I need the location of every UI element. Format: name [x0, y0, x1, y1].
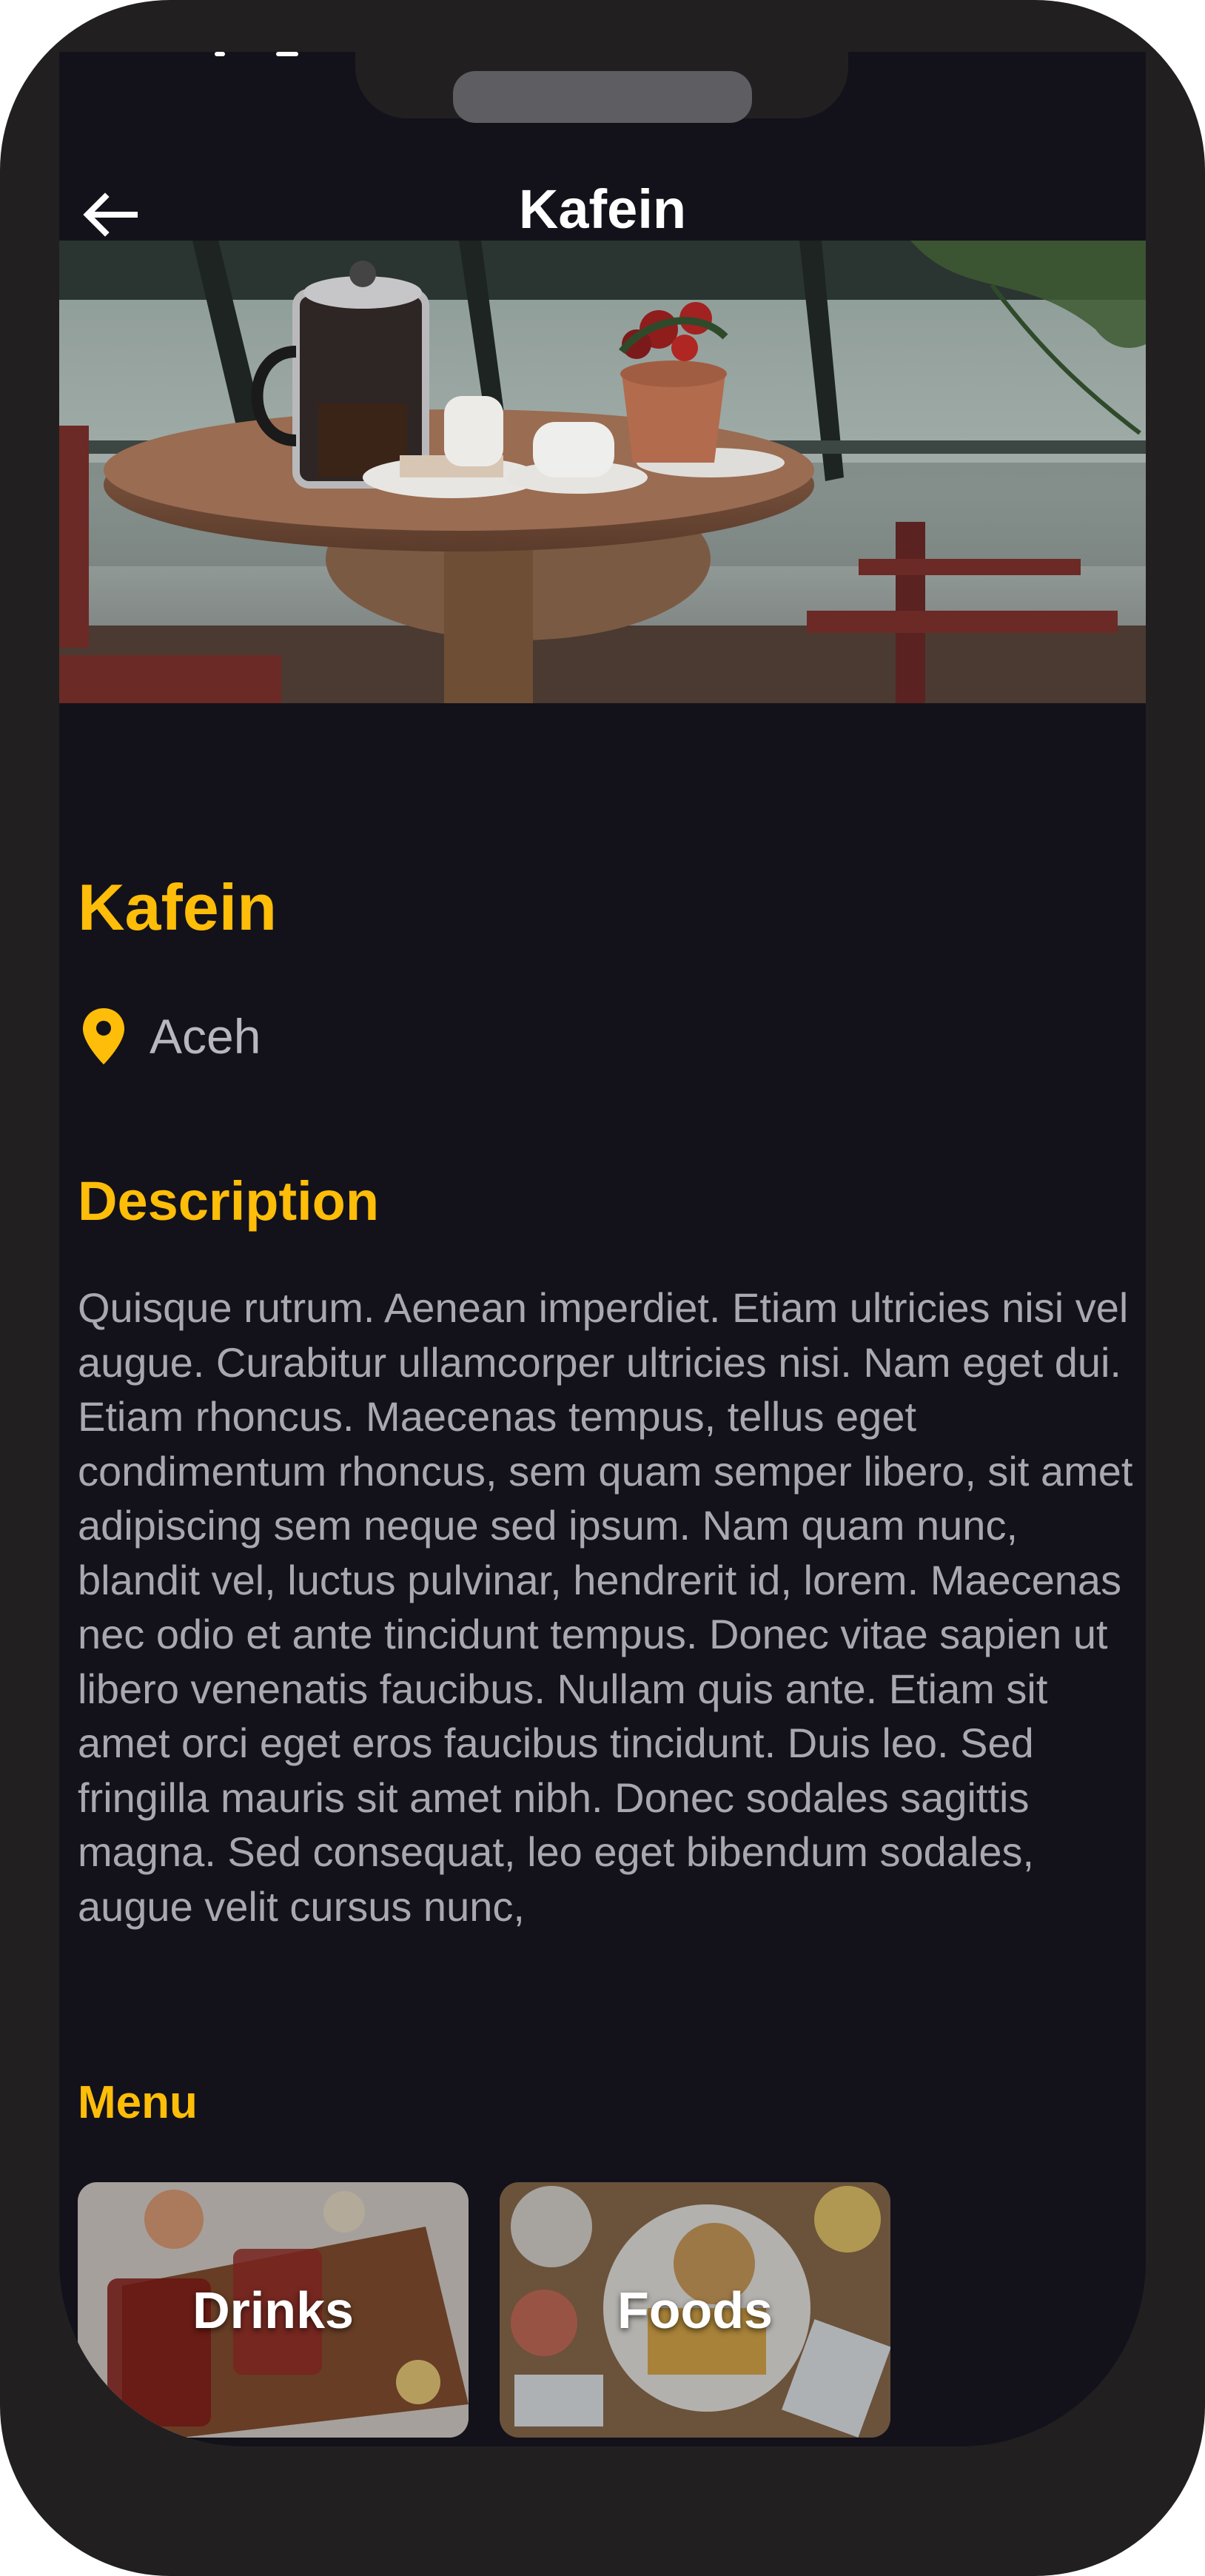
status-battery-icon	[276, 52, 298, 56]
location-text: Aceh	[150, 1009, 261, 1064]
menu-card-drinks[interactable]: Drinks	[78, 2182, 469, 2438]
hero-image	[59, 241, 1146, 703]
location-row: Aceh	[81, 1003, 261, 1070]
status-signal-icon	[215, 52, 225, 56]
menu-card-label: Drinks	[192, 2281, 354, 2339]
menu-card-label: Foods	[617, 2281, 773, 2339]
app-screen: Kafein Kafein Aceh Description Quisque r…	[59, 52, 1146, 2446]
menu-card-foods[interactable]: Foods	[500, 2182, 890, 2438]
speaker-grille	[453, 71, 752, 123]
place-name: Kafein	[78, 871, 277, 944]
menu-title: Menu	[78, 2077, 198, 2128]
description-title: Description	[78, 1170, 380, 1232]
phone-frame: Kafein Kafein Aceh Description Quisque r…	[0, 0, 1205, 2576]
app-bar-title: Kafein	[518, 178, 687, 240]
description-text: Quisque rutrum. Aenean imperdiet. Etiam …	[78, 1284, 1133, 1930]
map-pin-icon	[83, 1008, 124, 1064]
